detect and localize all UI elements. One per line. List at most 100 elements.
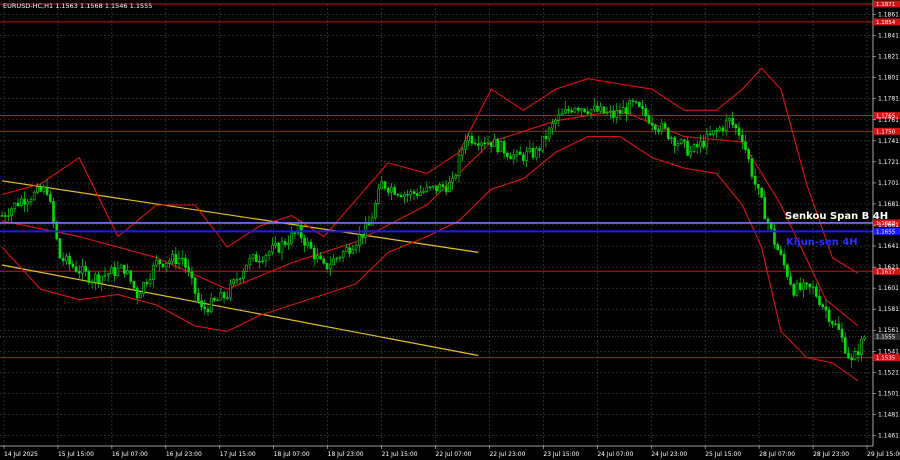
candle-body [155, 259, 158, 266]
candle-body [512, 154, 516, 160]
candle-body [711, 130, 715, 135]
price-tick-label: 1.1521 [878, 369, 899, 376]
candle-body [750, 158, 754, 177]
candle-body [448, 181, 451, 193]
candle-body [422, 190, 425, 193]
candle-body [650, 122, 654, 126]
candle [637, 101, 641, 108]
candle-body [36, 186, 39, 193]
candle-body [657, 129, 660, 132]
candle-body [647, 115, 651, 124]
candle-body [119, 264, 123, 269]
candle-body [216, 299, 219, 302]
candle-body [377, 188, 380, 204]
candle-body [129, 270, 133, 282]
candle-body [7, 215, 10, 217]
candle-body [502, 141, 506, 154]
candle-body [383, 181, 387, 189]
candle-body [596, 105, 599, 112]
candle-body [399, 194, 403, 198]
time-tick-label: 16 Jul 23:00 [166, 451, 202, 458]
candle-body [509, 156, 512, 160]
time-tick-label: 24 Jul 23:00 [651, 451, 687, 458]
candle-body [670, 137, 673, 140]
candle-body [174, 254, 178, 265]
candle-body [380, 181, 384, 190]
candle-body [225, 297, 229, 299]
candle-body [341, 251, 345, 258]
candle-body [425, 186, 429, 192]
candle-body [763, 196, 767, 220]
candle-body [689, 151, 693, 156]
candle-body [254, 254, 258, 262]
candle-body [338, 257, 342, 259]
candle-body [625, 107, 628, 114]
price-tick-label: 1.1501 [878, 390, 899, 397]
candle-body [699, 140, 702, 148]
candle-body [151, 264, 155, 280]
candle-body [506, 152, 509, 157]
candle-body [68, 255, 71, 265]
price-tick-label: 1.1781 [878, 96, 899, 103]
price-tick-label: 1.1661 [878, 222, 899, 229]
candle [666, 127, 670, 141]
candle-body [206, 308, 210, 313]
candle-body [274, 242, 277, 246]
candle-body [663, 123, 667, 129]
candle-body [454, 175, 458, 179]
candle-body [203, 306, 207, 310]
candle-body [303, 237, 306, 246]
candle-body [328, 264, 332, 270]
candle-body [705, 133, 709, 148]
candle-body [618, 110, 622, 114]
candle-body [48, 194, 52, 202]
candle-body [197, 293, 200, 302]
candle-body [0, 215, 4, 217]
candle-body [779, 249, 783, 255]
candle-body [142, 282, 145, 295]
candle-body [473, 142, 477, 145]
time-tick-label: 24 Jul 07:00 [597, 451, 633, 458]
price-tick-label: 1.1681 [878, 201, 899, 208]
candle-body [209, 297, 213, 313]
candle-body [87, 271, 91, 283]
candle-body [560, 112, 564, 116]
candle-body [283, 241, 287, 245]
candle-body [731, 118, 734, 125]
candle-body [361, 234, 364, 238]
candle-body [431, 185, 435, 188]
candle-body [335, 257, 339, 260]
candle-body [518, 151, 522, 155]
candle-body [515, 151, 519, 156]
candle-body [364, 223, 367, 238]
candle-body [757, 184, 760, 189]
candle-body [370, 217, 374, 226]
candle [541, 135, 545, 153]
candle-body [660, 123, 664, 132]
candle-body [528, 147, 532, 153]
candle-body [641, 106, 644, 109]
candle-body [158, 259, 162, 265]
candle-body [486, 142, 490, 145]
candle-body [621, 107, 625, 114]
candle-body [467, 135, 470, 142]
candle-body [728, 118, 731, 122]
candle-body [213, 297, 216, 301]
candle-body [605, 111, 609, 114]
candle-body [798, 283, 802, 290]
candle-body [90, 281, 94, 284]
candle-body [393, 187, 396, 195]
candle-body [293, 232, 297, 234]
price-tick-label: 1.1761 [878, 117, 899, 124]
candle-body [219, 292, 223, 301]
price-tick-label: 1.1581 [878, 306, 899, 313]
candle-body [74, 266, 78, 272]
time-tick-label: 22 Jul 23:00 [489, 451, 525, 458]
current-price-label: 1.1555 [876, 335, 896, 341]
candle-body [470, 135, 474, 144]
candle-body [103, 274, 107, 277]
candle-body [551, 123, 554, 129]
candle-body [718, 127, 722, 131]
candle [245, 264, 248, 272]
price-tick-label: 1.1801 [878, 75, 899, 82]
